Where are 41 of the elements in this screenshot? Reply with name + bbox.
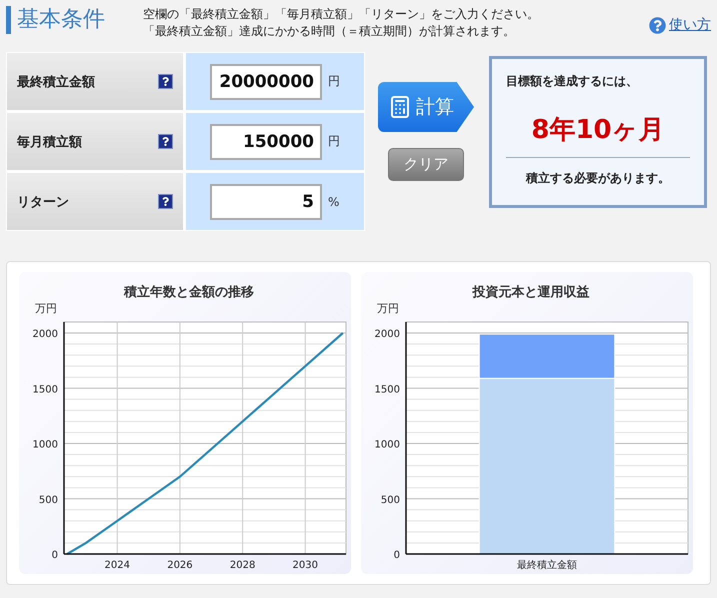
field-label: 最終積立金額	[17, 74, 95, 90]
calculate-button[interactable]: 計算	[378, 82, 474, 132]
help-icon[interactable]	[158, 74, 173, 89]
result-outro: 積立する必要があります。	[526, 170, 670, 187]
y-tick-label: 1500	[32, 384, 58, 396]
instruction-text: 「最終積立金額」達成にかかる時間（＝積立期間）が計算されます。	[143, 23, 516, 40]
field-label: 毎月積立額	[17, 134, 82, 150]
y-axis-unit: 万円	[377, 302, 399, 315]
y-tick-label: 0	[52, 550, 58, 561]
section-title: 基本条件	[6, 6, 135, 34]
input-field[interactable]: 20000000	[210, 64, 322, 100]
result-duration: 8年10ヶ月	[531, 114, 665, 147]
y-tick-label: 1500	[374, 384, 400, 396]
help-icon[interactable]	[158, 194, 173, 209]
x-tick-label: 2030	[292, 560, 318, 571]
y-axis-unit: 万円	[35, 302, 57, 315]
help-icon[interactable]	[158, 134, 173, 149]
field-label: リターン	[17, 194, 69, 210]
chart-title: 投資元本と運用収益	[472, 285, 590, 300]
chart-title: 積立年数と金額の推移	[124, 285, 254, 300]
instruction-text: 空欄の「最終積立金額」「毎月積立額」「リターン」をご入力ください。	[143, 6, 540, 23]
x-tick-label: 2024	[104, 560, 130, 571]
y-tick-label: 0	[394, 550, 400, 561]
input-field[interactable]: 150000	[210, 124, 322, 160]
input-field[interactable]: 5	[210, 184, 322, 220]
x-tick-label: 2028	[230, 560, 256, 571]
y-tick-label: 2000	[374, 329, 400, 340]
help-icon	[649, 16, 666, 34]
unit-label: 円	[328, 73, 340, 90]
y-tick-label: 1000	[374, 440, 400, 450]
y-tick-label: 500	[38, 494, 58, 506]
unit-label: 円	[328, 133, 340, 150]
x-tick-label: 2026	[167, 560, 193, 571]
result-intro: 目標額を達成するには、	[506, 73, 638, 90]
y-tick-label: 500	[380, 494, 400, 506]
y-tick-label: 1000	[32, 440, 58, 450]
unit-label: %	[328, 194, 340, 208]
calculator-icon	[388, 95, 412, 119]
help-link[interactable]: 使い方	[649, 16, 711, 34]
x-category-label: 最終積立金額	[517, 560, 577, 571]
y-tick-label: 2000	[32, 329, 58, 340]
